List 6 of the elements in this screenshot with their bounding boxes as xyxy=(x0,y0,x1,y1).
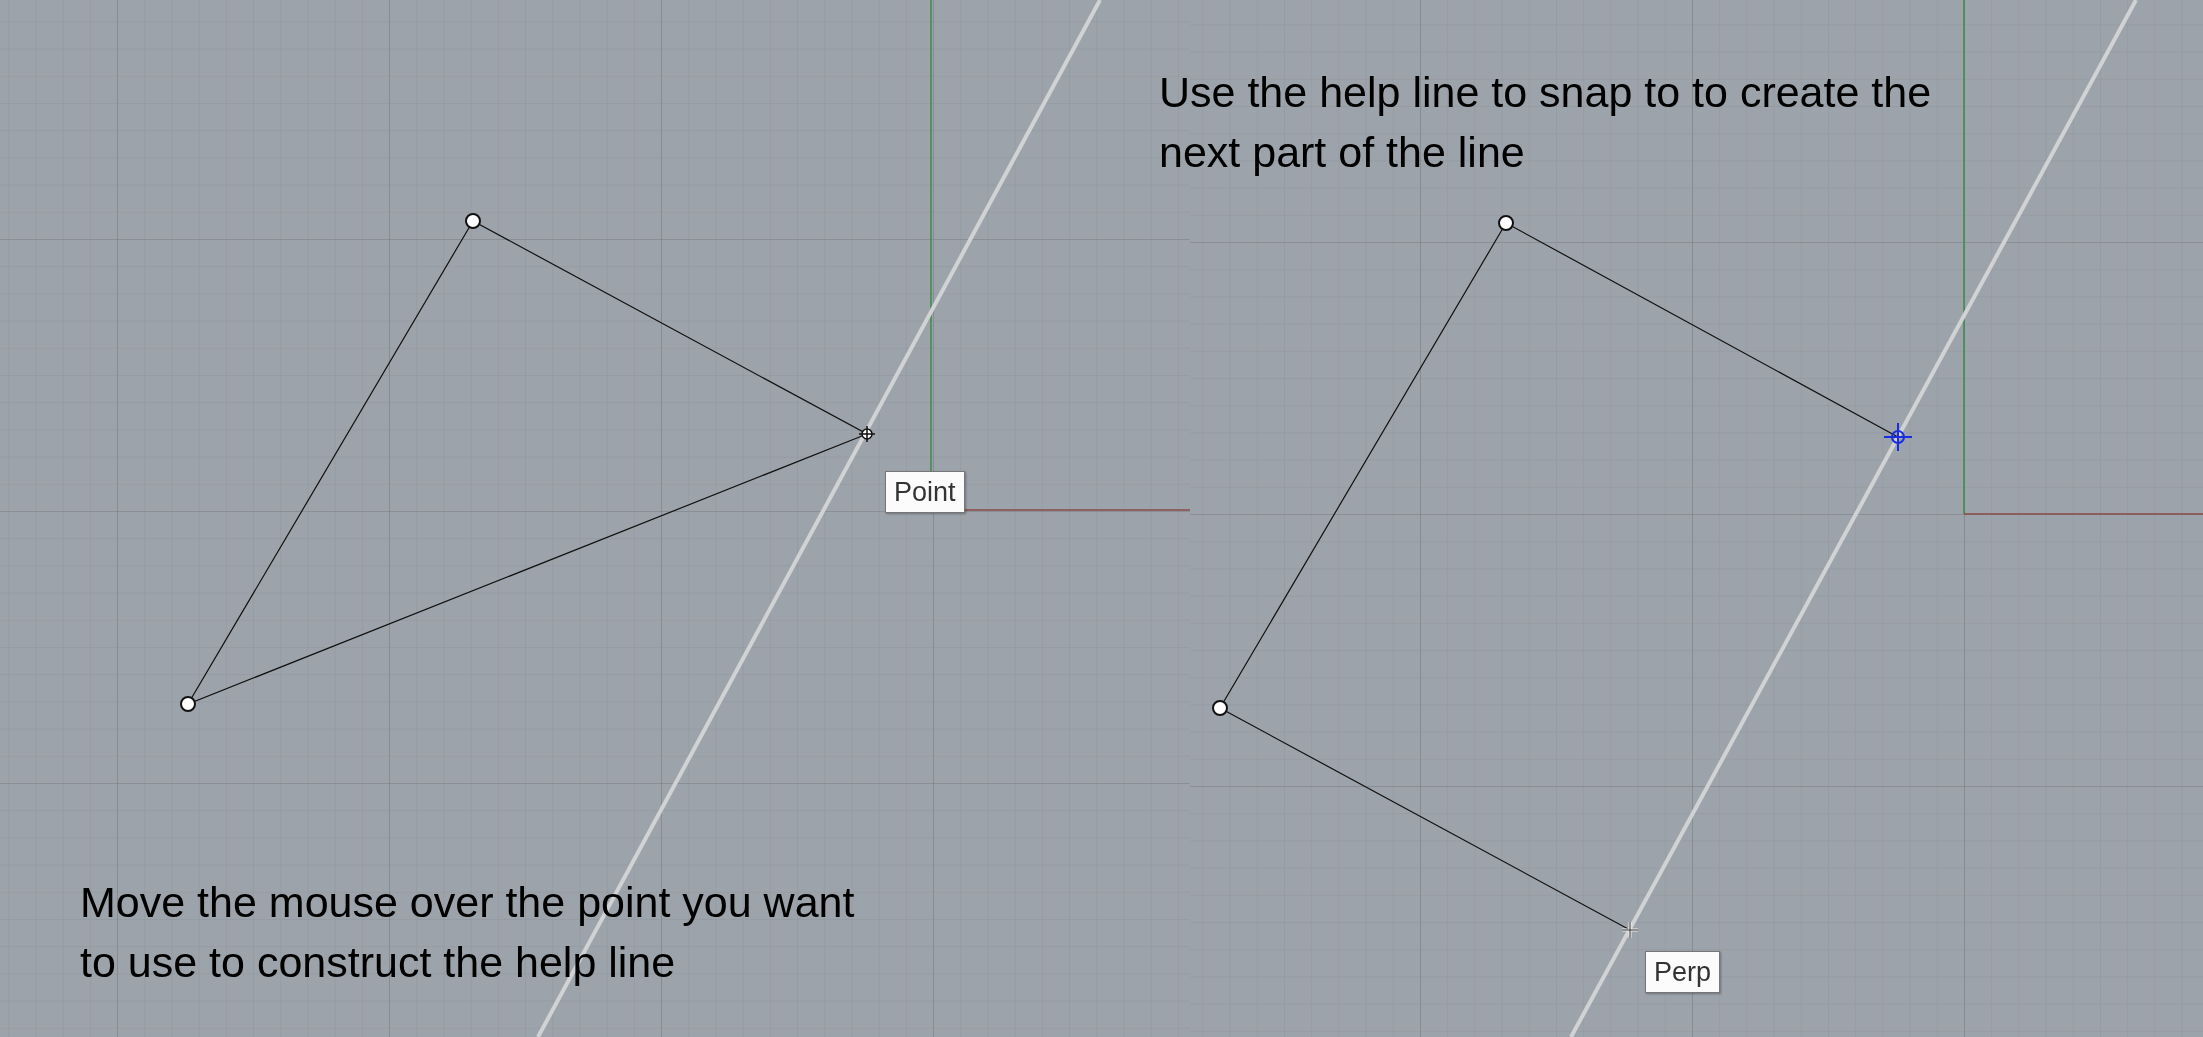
crosshair-icon xyxy=(1620,920,1640,940)
instruction-text: Move the mouse over the point you want to use to construct the help line xyxy=(80,877,855,988)
instruction-text: Use the help line to snap to to create the next part of the line xyxy=(1159,67,1932,178)
crosshair-icon xyxy=(1883,422,1913,452)
snap-tooltip: Point xyxy=(885,471,965,514)
snap-tooltip: Perp xyxy=(1645,951,1721,994)
